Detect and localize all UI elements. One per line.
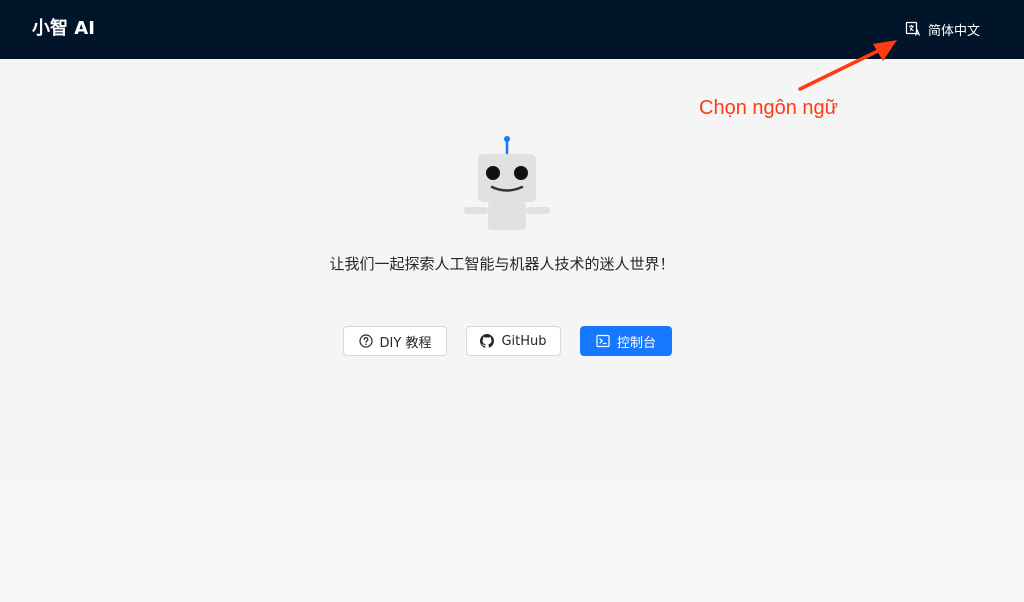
app-logo[interactable]: 小智 AI bbox=[32, 15, 95, 43]
welcome-tagline: 让我们一起探索人工智能与机器人技术的迷人世界！ bbox=[329, 255, 675, 273]
github-label: GitHub bbox=[501, 333, 547, 349]
translate-icon bbox=[905, 21, 921, 37]
language-switcher[interactable]: 简体中文 bbox=[905, 18, 980, 40]
github-button[interactable]: GitHub bbox=[466, 326, 561, 356]
page-bottom-area bbox=[0, 484, 1024, 602]
annotation-arrow bbox=[798, 40, 897, 91]
github-icon bbox=[480, 334, 495, 348]
diy-tutorial-button[interactable]: DIY 教程 bbox=[343, 326, 447, 356]
console-icon bbox=[596, 334, 610, 348]
console-label: 控制台 bbox=[616, 335, 656, 351]
robot-mascot bbox=[464, 136, 550, 230]
question-circle-icon bbox=[358, 334, 373, 348]
language-label: 简体中文 bbox=[928, 23, 981, 39]
diy-tutorial-label: DIY 教程 bbox=[379, 335, 432, 351]
annotation-text: Chọn ngôn ngữ bbox=[699, 97, 839, 119]
console-button[interactable]: 控制台 bbox=[580, 326, 672, 356]
